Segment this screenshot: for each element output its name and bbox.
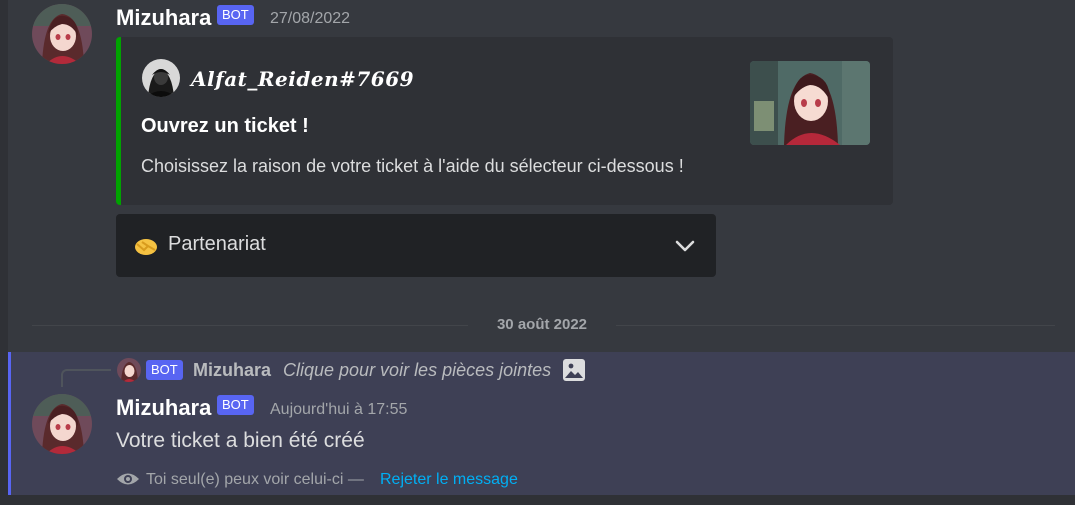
embed-title: Ouvrez un ticket !	[141, 115, 309, 137]
reply-avatar[interactable]	[117, 358, 141, 382]
message-timestamp[interactable]: Aujourd'hui à 17:55	[270, 401, 407, 419]
eye-icon	[117, 473, 139, 485]
date-divider: 30 août 2022	[496, 316, 588, 333]
bot-tag: BOT	[217, 5, 254, 25]
bottom-edge	[0, 495, 1075, 505]
embed-thumbnail[interactable]	[750, 61, 870, 145]
select-menu[interactable]: Partenariat	[116, 214, 716, 277]
reply-spine	[61, 369, 111, 387]
chevron-down-icon[interactable]	[674, 236, 696, 256]
message-author[interactable]: Mizuhara	[116, 5, 211, 31]
left-sidebar-edge	[0, 0, 8, 505]
message-author[interactable]: Mizuhara	[116, 395, 211, 421]
image-icon[interactable]	[562, 358, 586, 382]
message-content: Votre ticket a bien été créé	[116, 429, 365, 452]
embed-description: Choisissez la raison de votre ticket à l…	[141, 156, 684, 176]
reply-bot-tag: BOT	[146, 360, 183, 380]
message-timestamp[interactable]: 27/08/2022	[270, 10, 350, 28]
handshake-icon	[135, 239, 157, 255]
date-divider-line	[616, 325, 1055, 326]
avatar[interactable]	[32, 394, 92, 454]
embed-author-avatar	[142, 59, 180, 97]
ephemeral-notice: Toi seul(e) peux voir celui-ci —	[146, 471, 364, 488]
embed-author-name[interactable]: 𝑨𝒍𝒇𝒂𝒕_𝑹𝒆𝒊𝒅𝒆𝒏#7669	[191, 67, 414, 91]
reply-preview[interactable]: Clique pour voir les pièces jointes	[283, 360, 551, 381]
reply-author[interactable]: Mizuhara	[193, 360, 271, 381]
dismiss-message-link[interactable]: Rejeter le message	[380, 471, 518, 489]
avatar[interactable]	[32, 4, 92, 64]
select-selected-value: Partenariat	[168, 233, 266, 255]
bot-tag: BOT	[217, 395, 254, 415]
date-divider-line	[32, 325, 468, 326]
embed: 𝑨𝒍𝒇𝒂𝒕_𝑹𝒆𝒊𝒅𝒆𝒏#7669 Ouvrez un ticket ! Cho…	[116, 37, 893, 205]
